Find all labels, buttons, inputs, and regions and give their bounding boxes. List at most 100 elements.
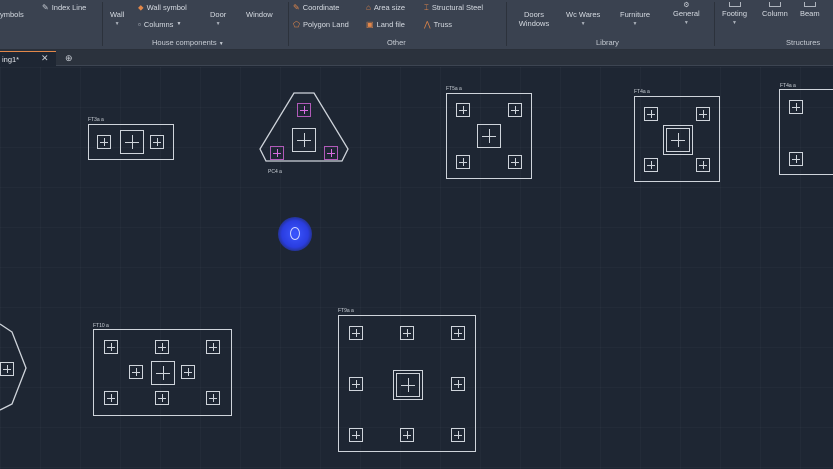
window-button[interactable]: Window	[246, 10, 273, 19]
pile	[206, 391, 220, 405]
pile	[400, 428, 414, 442]
document-tab-bar: ing1* ✕ ⊕	[0, 50, 833, 66]
beam-label: Beam	[800, 9, 820, 18]
footing-ft4-partial[interactable]	[779, 89, 833, 175]
footing-icon	[728, 2, 741, 7]
other-group-label: Other	[387, 38, 406, 47]
house-components-group-label[interactable]: House components ▼	[152, 38, 224, 47]
columns-icon: ▫	[138, 19, 141, 29]
column-stub	[120, 130, 144, 154]
area-size-label: Area size	[373, 3, 406, 12]
chevron-down-icon: ▼	[632, 21, 638, 27]
pile	[508, 155, 522, 169]
pile	[206, 340, 220, 354]
pile	[155, 391, 169, 405]
polygon-land-button[interactable]: ⬠ Polygon Land	[293, 20, 349, 29]
footing-ft3[interactable]	[88, 124, 174, 160]
footing-label: FT9a a	[338, 308, 354, 314]
pile	[297, 103, 311, 117]
beam-button[interactable]: Beam	[800, 2, 820, 18]
chevron-down-icon: ▼	[580, 21, 586, 27]
polygon-land-icon: ⬠	[293, 19, 300, 29]
pile	[349, 377, 363, 391]
structural-steel-label: Structural Steel	[431, 3, 484, 12]
chevron-down-icon: ▼	[683, 20, 689, 26]
drawing-canvas[interactable]: FT3a a PC4 a FT5a a FT4a a FT4a a FT10 a…	[0, 67, 833, 469]
furniture-button[interactable]: Furniture ▼	[620, 10, 650, 29]
structural-steel-button[interactable]: ⌶ Structural Steel	[424, 3, 483, 12]
gear-icon: ⚙	[683, 2, 690, 9]
structural-steel-icon: ⌶	[424, 2, 429, 12]
index-line-label: Index Line	[51, 3, 87, 12]
area-size-button[interactable]: ⌂ Area size	[366, 3, 405, 12]
symbols-button[interactable]: ymbols	[0, 10, 24, 19]
index-line-icon: ✎	[42, 2, 49, 12]
add-tab-icon[interactable]: ⊕	[65, 53, 73, 64]
chevron-down-icon: ▼	[218, 41, 224, 47]
footing-label: FT5a a	[446, 86, 462, 92]
footing-button[interactable]: Footing ▼	[722, 2, 747, 28]
door-label: Door	[210, 10, 227, 19]
pile	[400, 326, 414, 340]
wall-button[interactable]: Wall ▼	[110, 10, 124, 29]
column-label: Column	[762, 9, 788, 18]
beam-icon	[803, 2, 816, 7]
coordinate-button[interactable]: ✎ Coordinate	[293, 3, 339, 12]
column-stub	[292, 128, 316, 152]
pile	[456, 103, 470, 117]
pile	[104, 391, 118, 405]
pile	[150, 135, 164, 149]
group-separator	[288, 2, 289, 46]
footing-label: FT3a a	[88, 117, 104, 123]
pile	[349, 326, 363, 340]
index-line-button[interactable]: ✎ Index Line	[42, 3, 86, 12]
group-separator	[506, 2, 507, 46]
symbols-label: ymbols	[0, 10, 24, 19]
footing-ft9[interactable]	[338, 315, 476, 452]
pile	[349, 428, 363, 442]
column-stub	[663, 125, 693, 155]
close-icon[interactable]: ✕	[41, 53, 49, 64]
pile	[789, 100, 803, 114]
coordinate-icon: ✎	[293, 2, 300, 12]
truss-button[interactable]: ⋀ Truss	[424, 20, 452, 29]
chevron-down-icon: ▼	[114, 21, 120, 27]
footing-label: PC4 a	[268, 169, 282, 175]
column-stub	[151, 361, 175, 385]
pile	[644, 107, 658, 121]
pile	[644, 158, 658, 172]
cursor-click-indicator	[278, 217, 312, 251]
pile	[0, 362, 14, 376]
general-button[interactable]: ⚙ General ▼	[673, 2, 700, 28]
column-icon	[768, 2, 781, 7]
land-file-label: Land file	[376, 20, 405, 29]
pile	[155, 340, 169, 354]
wc-wares-button[interactable]: Wc Wares ▼	[566, 10, 600, 29]
chevron-down-icon: ▼	[215, 21, 221, 27]
footing-ft4[interactable]	[634, 96, 720, 182]
pile	[270, 146, 284, 160]
doors-windows-button[interactable]: Doors Windows	[515, 10, 553, 28]
group-separator	[714, 2, 715, 46]
land-file-icon: ▣	[366, 19, 374, 29]
columns-button[interactable]: ▫ Columns ▼	[138, 20, 181, 29]
structures-group-label: Structures	[786, 38, 821, 47]
pile	[696, 107, 710, 121]
wall-symbol-label: Wall symbol	[146, 3, 187, 12]
land-file-button[interactable]: ▣ Land file	[366, 20, 405, 29]
wall-label: Wall	[110, 10, 125, 19]
door-button[interactable]: Door ▼	[210, 10, 226, 29]
general-label: General	[673, 9, 700, 18]
column-button[interactable]: Column	[762, 2, 788, 18]
pile	[456, 155, 470, 169]
area-size-icon: ⌂	[366, 2, 371, 12]
footing-ft10[interactable]	[93, 329, 232, 416]
wall-symbol-button[interactable]: ⬥ Wall symbol	[138, 3, 187, 12]
polygon-land-label: Polygon Land	[302, 20, 349, 29]
pile	[181, 365, 195, 379]
pile	[97, 135, 111, 149]
wall-symbol-icon: ⬥	[138, 2, 144, 12]
footing-ft5[interactable]	[446, 93, 532, 179]
ribbon-toolbar: ymbols ✎ Index Line Wall ▼ ⬥ Wall symbol…	[0, 0, 833, 50]
footing-label: FT4a a	[634, 89, 650, 95]
